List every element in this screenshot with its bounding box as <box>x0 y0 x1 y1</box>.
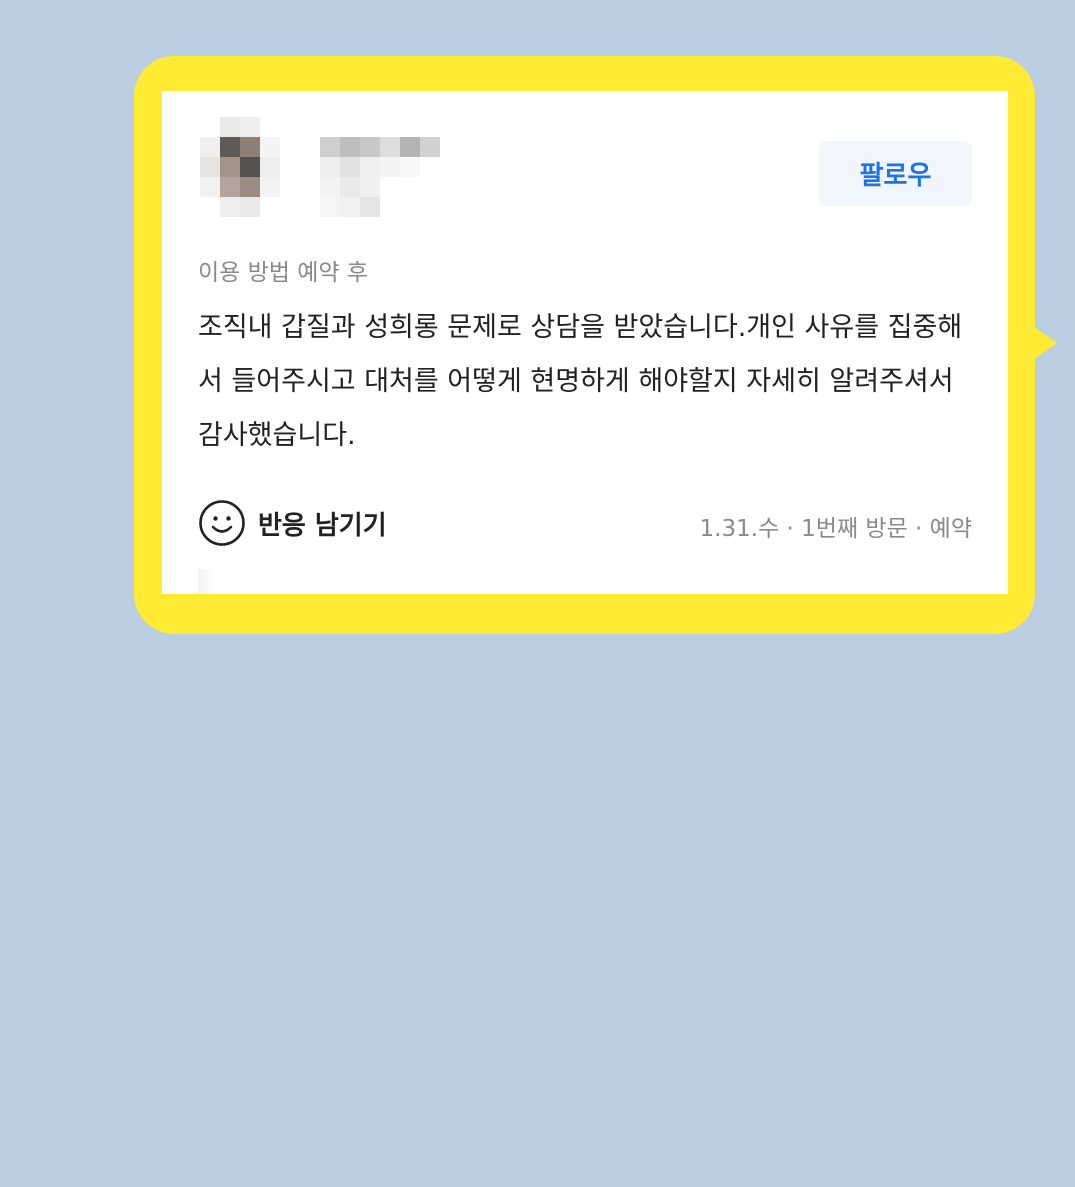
visit-info: 1.31.수 · 1번째 방문 · 예약 <box>699 516 972 542</box>
review-text: 조직내 갑질과 성희롱 문제로 상담을 받았습니다.개인 사유를 집중해서 들어… <box>198 312 963 451</box>
review-card: 팔로우 이용 방법 예약 후 조직내 갑질과 성희롱 문제로 상담을 받았습니다… <box>162 91 1008 594</box>
leave-reaction-label: 반응 남기기 <box>258 510 387 541</box>
card-edge-fade <box>198 569 218 594</box>
smile-icon <box>199 500 245 546</box>
avatar[interactable] <box>200 117 280 217</box>
leave-reaction-button[interactable]: 반응 남기기 <box>198 499 387 547</box>
usage-method-label: 이용 방법 예약 후 <box>198 260 369 286</box>
follow-button[interactable]: 팔로우 <box>819 141 972 206</box>
username-blurred[interactable] <box>300 137 440 217</box>
bubble-tail <box>1033 326 1057 360</box>
